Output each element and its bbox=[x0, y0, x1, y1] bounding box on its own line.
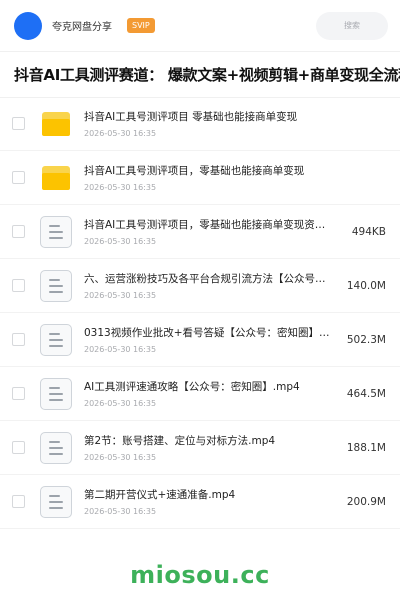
document-icon-shape bbox=[40, 269, 72, 302]
file-date: 2026-05-30 16:35 bbox=[84, 453, 157, 462]
document-icon-shape bbox=[40, 485, 72, 518]
row-checkbox[interactable] bbox=[12, 279, 25, 292]
file-list: 抖音AI工具号测评项目 零基础也能接商单变现 2026-05-30 16:35 抖音… bbox=[0, 97, 400, 529]
row-checkbox[interactable] bbox=[12, 387, 25, 400]
file-row[interactable]: AI工具测评速通攻略【公众号：密知圈】.mp4 2026-05-30 16:35 4… bbox=[0, 367, 400, 421]
file-size: 464.5M bbox=[346, 387, 386, 400]
app-name: 夸克网盘分享 bbox=[52, 22, 112, 33]
file-date: 2026-05-30 16:35 bbox=[84, 129, 157, 138]
app-header: 夸克网盘分享 SVIP 搜索 bbox=[0, 0, 400, 52]
page-title: 抖音AI工具测评赛道： 爆款文案+视频剪辑+商单变现全流程 bbox=[14, 66, 400, 84]
file-size: 200.9M bbox=[346, 495, 386, 508]
file-date: 2026-05-30 16:35 bbox=[84, 507, 157, 516]
row-checkbox[interactable] bbox=[12, 441, 25, 454]
file-row[interactable]: 第2节：账号搭建、定位与对标方法.mp4 2026-05-30 16:35 188.… bbox=[0, 421, 400, 475]
row-checkbox[interactable] bbox=[12, 225, 25, 238]
file-row[interactable]: 抖音AI工具号测评项目 零基础也能接商单变现 2026-05-30 16:35 bbox=[0, 97, 400, 151]
row-checkbox[interactable] bbox=[12, 117, 25, 130]
file-name: 0313视频作业批改+看号答疑【公众号：密知圈】.mp4 bbox=[84, 327, 330, 339]
file-size: 494KB bbox=[351, 225, 386, 238]
file-row[interactable]: 抖音AI工具号测评项目，零基础也能接商单变现 2026-05-30 16:35 bbox=[0, 151, 400, 205]
search-input[interactable]: 搜索 bbox=[316, 11, 388, 40]
folder-icon-shape bbox=[42, 111, 70, 136]
file-row[interactable]: 第二期开营仪式+速通准备.mp4 2026-05-30 16:35 200.9M bbox=[0, 475, 400, 529]
file-date: 2026-05-30 16:35 bbox=[84, 399, 157, 408]
file-size: 502.3M bbox=[346, 333, 386, 346]
document-icon bbox=[40, 431, 72, 464]
row-checkbox[interactable] bbox=[12, 333, 25, 346]
folder-icon bbox=[40, 108, 72, 140]
file-date: 2026-05-30 16:35 bbox=[84, 237, 157, 246]
document-icon bbox=[40, 215, 72, 248]
document-icon-shape bbox=[40, 431, 72, 464]
folder-icon-shape bbox=[42, 165, 70, 190]
file-date: 2026-05-30 16:35 bbox=[84, 345, 157, 354]
file-date: 2026-05-30 16:35 bbox=[84, 291, 157, 300]
file-size: 188.1M bbox=[346, 441, 386, 454]
document-icon-shape bbox=[40, 377, 72, 410]
file-row[interactable]: 六、运营涨粉技巧及各平台合规引流方法【公众号：密知圈】.mp4 2026-05-3… bbox=[0, 259, 400, 313]
file-name: 第2节：账号搭建、定位与对标方法.mp4 bbox=[84, 435, 276, 447]
file-name: AI工具测评速通攻略【公众号：密知圈】.mp4 bbox=[84, 381, 300, 393]
file-row[interactable]: 抖音AI工具号测评项目，零基础也能接商单变现资料.pdf 2026-05-30 1… bbox=[0, 205, 400, 259]
document-icon-shape bbox=[40, 215, 72, 248]
share-title-bar: 抖音AI工具测评赛道： 爆款文案+视频剪辑+商单变现全流程 bbox=[0, 52, 400, 98]
file-name: 第二期开营仪式+速通准备.mp4 bbox=[84, 489, 236, 501]
row-checkbox[interactable] bbox=[12, 495, 25, 508]
file-size: 140.0M bbox=[346, 279, 386, 292]
file-date: 2026-05-30 16:35 bbox=[84, 183, 157, 192]
file-row[interactable]: 0313视频作业批改+看号答疑【公众号：密知圈】.mp4 2026-05-30 1… bbox=[0, 313, 400, 367]
row-checkbox[interactable] bbox=[12, 171, 25, 184]
file-name: 六、运营涨粉技巧及各平台合规引流方法【公众号：密知圈】.mp4 bbox=[84, 273, 330, 285]
file-name: 抖音AI工具号测评项目，零基础也能接商单变现资料.pdf bbox=[84, 219, 330, 231]
user-avatar[interactable] bbox=[14, 11, 42, 40]
document-icon bbox=[40, 323, 72, 356]
svip-badge: SVIP bbox=[127, 18, 155, 33]
document-icon bbox=[40, 377, 72, 410]
file-name: 抖音AI工具号测评项目，零基础也能接商单变现 bbox=[84, 165, 305, 177]
document-icon bbox=[40, 485, 72, 518]
site-watermark: miosou.cc bbox=[130, 561, 270, 589]
document-icon bbox=[40, 269, 72, 302]
file-name: 抖音AI工具号测评项目 零基础也能接商单变现 bbox=[84, 111, 298, 123]
document-icon-shape bbox=[40, 323, 72, 356]
folder-icon bbox=[40, 162, 72, 194]
